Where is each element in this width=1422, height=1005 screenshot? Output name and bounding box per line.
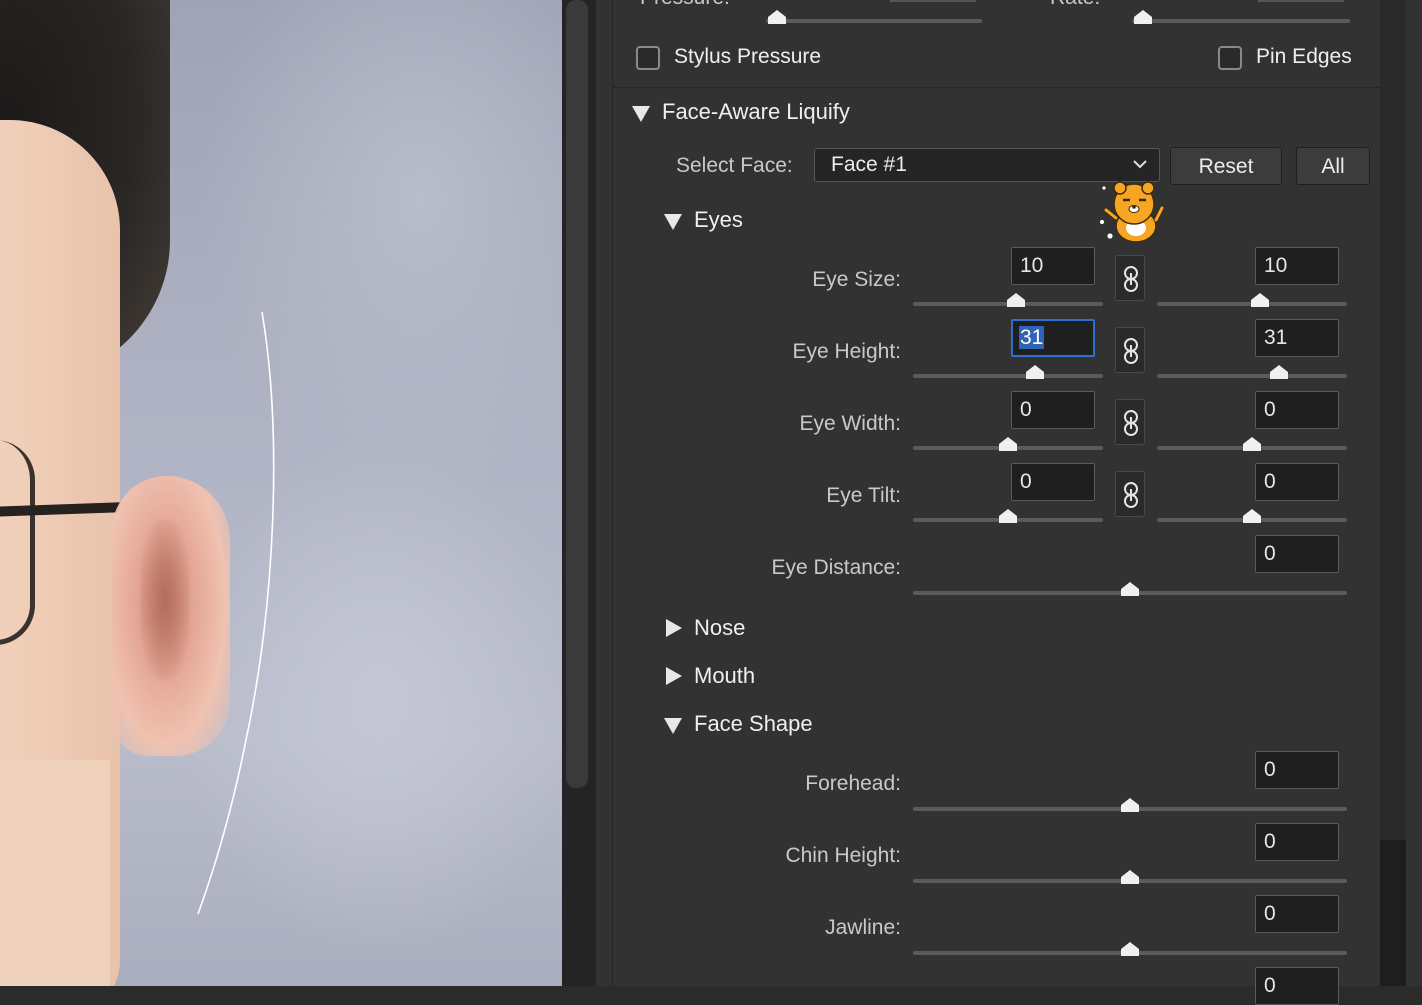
- jawline-slider[interactable]: [913, 942, 1347, 956]
- forehead-label: Forehead:: [805, 772, 901, 795]
- select-face-value: Face #1: [831, 153, 907, 176]
- rate-label: Rate:: [1050, 0, 1100, 10]
- eye-size-right-slider-thumb[interactable]: [1250, 292, 1270, 308]
- select-face-label: Select Face:: [676, 154, 793, 177]
- face-shape-next-field[interactable]: 0: [1255, 967, 1339, 1005]
- jawline-slider-thumb[interactable]: [1120, 941, 1140, 957]
- rate-slider[interactable]: [1132, 10, 1350, 24]
- eye-height-label: Eye Height:: [792, 340, 901, 363]
- chin-height-label: Chin Height:: [785, 844, 901, 867]
- eye-size-left-field[interactable]: 10: [1011, 247, 1095, 285]
- eye-tilt-right-slider[interactable]: [1157, 509, 1347, 523]
- nose-collapsed-icon[interactable]: [666, 619, 682, 637]
- select-face-dropdown[interactable]: Face #1: [814, 148, 1160, 182]
- eye-tilt-left-field[interactable]: 0: [1011, 463, 1095, 501]
- forehead-field[interactable]: 0: [1255, 751, 1339, 789]
- chevron-down-icon: [1133, 160, 1147, 169]
- eye-width-right-field[interactable]: 0: [1255, 391, 1339, 429]
- eye-height-left-slider[interactable]: [913, 365, 1103, 379]
- eye-width-right-value: 0: [1264, 398, 1276, 421]
- eye-distance-value: 0: [1264, 542, 1276, 565]
- eye-height-right-value: 31: [1264, 326, 1288, 349]
- chin-height-slider[interactable]: [913, 870, 1347, 884]
- eye-height-left-field[interactable]: 31: [1011, 319, 1095, 357]
- eye-tilt-left-value: 0: [1020, 470, 1032, 493]
- face-outline-curve[interactable]: [0, 0, 562, 986]
- forehead-value: 0: [1264, 758, 1276, 781]
- eye-size-left-slider[interactable]: [913, 293, 1103, 307]
- eye-width-left-field[interactable]: 0: [1011, 391, 1095, 429]
- eye-distance-label: Eye Distance:: [771, 556, 901, 579]
- face-shape-section-title[interactable]: Face Shape: [694, 711, 813, 737]
- reset-button[interactable]: Reset: [1170, 147, 1282, 185]
- eye-width-link-button[interactable]: [1115, 399, 1145, 445]
- eye-size-right-value: 10: [1264, 254, 1288, 277]
- chin-height-value: 0: [1264, 830, 1276, 853]
- pressure-field-edge[interactable]: [890, 0, 976, 2]
- section-divider: [612, 87, 1380, 88]
- panel-scrollbar-track[interactable]: [1380, 840, 1406, 986]
- eye-size-label: Eye Size:: [812, 268, 901, 291]
- eye-tilt-right-value: 0: [1264, 470, 1276, 493]
- forehead-slider[interactable]: [913, 798, 1347, 812]
- image-canvas[interactable]: [0, 0, 562, 986]
- all-button[interactable]: All: [1296, 147, 1370, 185]
- eye-size-left-value: 10: [1020, 254, 1044, 277]
- jawline-value: 0: [1264, 902, 1276, 925]
- eyes-section-title[interactable]: Eyes: [694, 207, 743, 233]
- eye-size-right-slider[interactable]: [1157, 293, 1347, 307]
- eye-width-left-value: 0: [1020, 398, 1032, 421]
- eye-height-right-slider-thumb[interactable]: [1269, 364, 1289, 380]
- eye-tilt-label: Eye Tilt:: [826, 484, 901, 507]
- eye-width-left-slider[interactable]: [913, 437, 1103, 451]
- eye-size-right-field[interactable]: 10: [1255, 247, 1339, 285]
- eye-height-link-button[interactable]: [1115, 327, 1145, 373]
- chin-height-slider-thumb[interactable]: [1120, 869, 1140, 885]
- eye-distance-slider-thumb[interactable]: [1120, 581, 1140, 597]
- jawline-field[interactable]: 0: [1255, 895, 1339, 933]
- pin-edges-label: Pin Edges: [1256, 45, 1352, 68]
- mouth-section-title[interactable]: Mouth: [694, 663, 755, 689]
- eye-tilt-right-field[interactable]: 0: [1255, 463, 1339, 501]
- panel-scrollbar[interactable]: [1380, 0, 1406, 986]
- eye-tilt-left-slider[interactable]: [913, 509, 1103, 523]
- eye-tilt-right-slider-thumb[interactable]: [1242, 508, 1262, 524]
- eyes-expanded-icon[interactable]: [664, 214, 682, 230]
- forehead-slider-thumb[interactable]: [1120, 797, 1140, 813]
- eye-width-right-slider[interactable]: [1157, 437, 1347, 451]
- eye-height-right-field[interactable]: 31: [1255, 319, 1339, 357]
- pressure-label: Pressure:: [640, 0, 730, 10]
- eye-width-left-slider-thumb[interactable]: [998, 436, 1018, 452]
- eye-width-right-slider-thumb[interactable]: [1242, 436, 1262, 452]
- eye-width-label: Eye Width:: [799, 412, 901, 435]
- face-aware-expanded-icon[interactable]: [632, 106, 650, 122]
- eye-height-right-slider[interactable]: [1157, 365, 1347, 379]
- canvas-scrollbar-thumb[interactable]: [566, 0, 588, 788]
- mouth-collapsed-icon[interactable]: [666, 667, 682, 685]
- eye-tilt-left-slider-thumb[interactable]: [998, 508, 1018, 524]
- pin-edges-checkbox[interactable]: [1218, 46, 1242, 70]
- eye-height-left-value: 31: [1019, 326, 1045, 349]
- stylus-pressure-checkbox[interactable]: [636, 46, 660, 70]
- eye-distance-slider[interactable]: [913, 582, 1347, 596]
- pressure-slider[interactable]: [766, 10, 982, 24]
- stylus-pressure-label: Stylus Pressure: [674, 45, 822, 68]
- rate-field-edge[interactable]: [1258, 0, 1344, 2]
- nose-section-title[interactable]: Nose: [694, 615, 745, 641]
- eye-size-link-button[interactable]: [1115, 255, 1145, 301]
- rate-slider-thumb[interactable]: [1133, 9, 1153, 25]
- jawline-label: Jawline:: [825, 916, 901, 939]
- cartoon-bear-sticker-icon: [1099, 181, 1165, 243]
- face-shape-expanded-icon[interactable]: [664, 718, 682, 734]
- eye-tilt-link-button[interactable]: [1115, 471, 1145, 517]
- chin-height-field[interactable]: 0: [1255, 823, 1339, 861]
- eye-size-left-slider-thumb[interactable]: [1006, 292, 1026, 308]
- pressure-slider-thumb[interactable]: [767, 9, 787, 25]
- eye-height-left-slider-thumb[interactable]: [1025, 364, 1045, 380]
- eye-distance-field[interactable]: 0: [1255, 535, 1339, 573]
- face-aware-liquify-title[interactable]: Face-Aware Liquify: [662, 99, 850, 125]
